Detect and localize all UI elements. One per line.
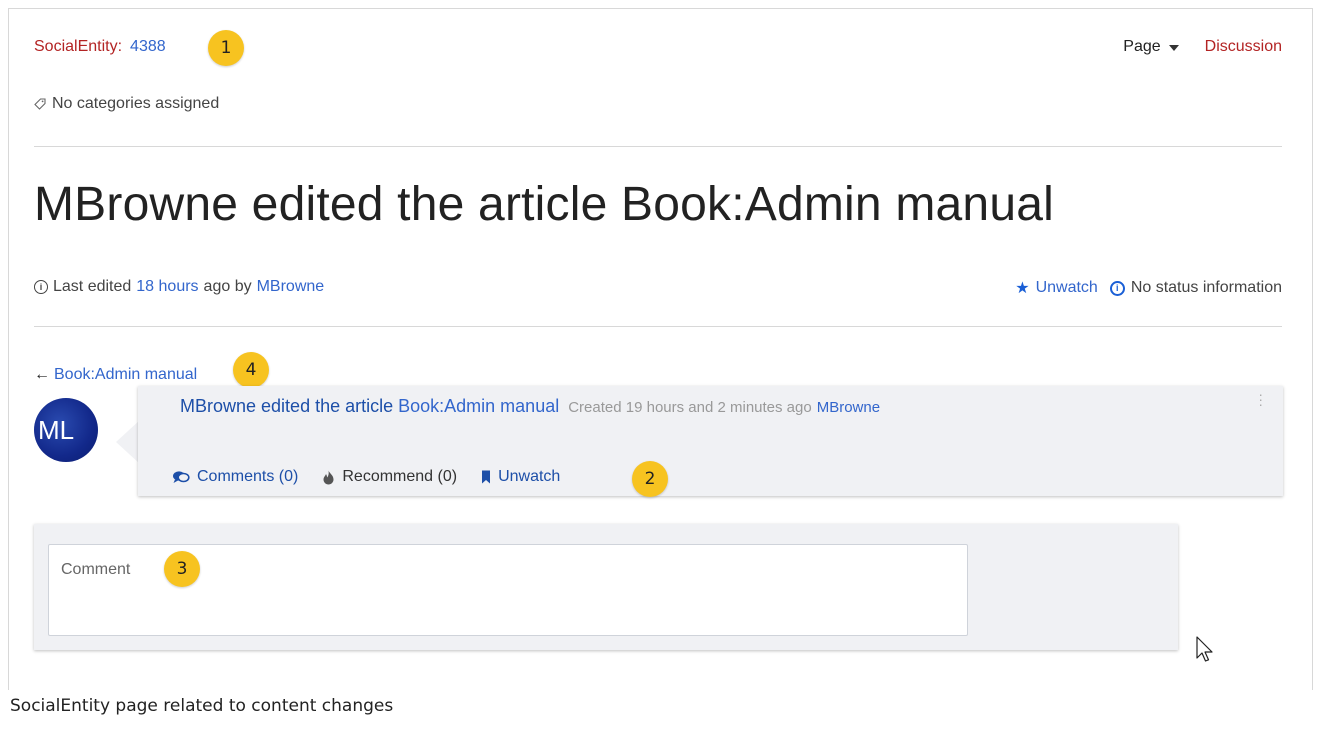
info-icon: i	[34, 280, 48, 294]
backlink-article-link[interactable]: Book:Admin manual	[54, 366, 197, 384]
comments-icon	[173, 471, 190, 483]
activity-created-by-link[interactable]: MBrowne	[817, 399, 880, 416]
status-text: No status information	[1130, 279, 1282, 296]
backlink: ← Book:Admin manual	[34, 366, 197, 384]
page-status-bar: ★ Unwatch i No status information	[1015, 278, 1282, 298]
card-pointer	[116, 420, 140, 464]
mouse-cursor-icon	[1196, 636, 1213, 662]
last-edited-time-link[interactable]: 18 hours	[136, 278, 198, 296]
recommend-label: Recommend (0)	[342, 468, 458, 485]
recommend-button[interactable]: Recommend (0)	[322, 468, 457, 486]
unwatch-activity-button[interactable]: Unwatch	[481, 468, 560, 486]
bookmark-icon	[482, 470, 491, 484]
activity-actor-link[interactable]: MBrowne	[180, 396, 256, 417]
tag-icon	[34, 98, 46, 110]
comments-label: Comments (0)	[197, 468, 299, 485]
activity-actions: Comments (0) Recommend (0) Unwatch	[172, 468, 560, 486]
comment-panel: Comment	[34, 524, 1178, 650]
last-edited-prefix: Last edited	[53, 278, 132, 295]
annotation-badge-3: 3	[164, 551, 200, 587]
categories-text[interactable]: No categories assigned	[52, 95, 219, 113]
star-icon: ★	[1015, 280, 1030, 297]
annotation-badge-2: 2	[632, 461, 668, 497]
fire-icon	[323, 470, 334, 484]
activity-created-time: Created 19 hours and 2 minutes ago	[568, 399, 812, 416]
figure-caption: SocialEntity page related to content cha…	[10, 696, 394, 716]
page-menu-label: Page	[1123, 38, 1161, 55]
entity-id-link[interactable]: 4388	[130, 38, 166, 56]
arrow-left-icon: ←	[34, 366, 50, 383]
unwatch-page-link[interactable]: Unwatch	[1036, 279, 1098, 297]
unwatch-activity-label: Unwatch	[498, 468, 561, 485]
divider-bottom	[34, 326, 1282, 327]
last-edited-author-link[interactable]: MBrowne	[257, 278, 325, 296]
last-edited-middle: ago by	[203, 278, 252, 295]
page-menu-dropdown[interactable]: Page	[1123, 38, 1179, 56]
categories-row: No categories assigned	[34, 95, 219, 113]
annotation-badge-4: 4	[233, 352, 269, 388]
page-title: MBrowne edited the article Book:Admin ma…	[34, 178, 1054, 231]
avatar[interactable]: ML	[34, 398, 98, 462]
activity-headline: MBrowne edited the article Book:Admin ma…	[180, 396, 880, 417]
activity-article-link[interactable]: Book:Admin manual	[398, 396, 559, 417]
comments-button[interactable]: Comments (0)	[172, 468, 298, 486]
status-info-icon: i	[1109, 280, 1125, 296]
discussion-link[interactable]: Discussion	[1205, 38, 1282, 56]
namespace-label[interactable]: SocialEntity:	[34, 38, 122, 56]
page-actions: Page Discussion	[1123, 38, 1282, 56]
entity-breadcrumb: SocialEntity: 4388	[34, 38, 166, 56]
caret-down-icon	[1168, 45, 1179, 51]
activity-card: MBrowne edited the article Book:Admin ma…	[138, 386, 1283, 496]
annotation-badge-1: 1	[208, 30, 244, 66]
more-options-icon[interactable]: · · ·	[1258, 387, 1263, 411]
divider-top	[34, 146, 1282, 147]
last-edited-info: i Last edited 18 hours ago by MBrowne	[34, 278, 324, 296]
activity-verb: edited the article	[261, 396, 394, 416]
